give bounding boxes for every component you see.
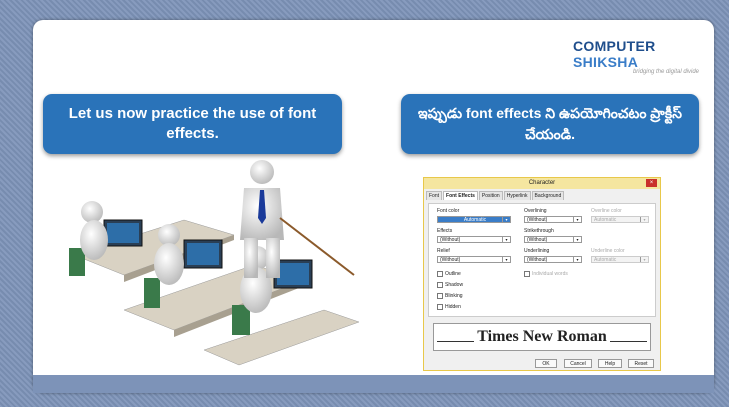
chevron-down-icon: ▾ <box>573 257 581 262</box>
underlining-select[interactable]: (Without) ▾ <box>524 256 582 263</box>
underlining-value: (Without) <box>527 257 548 263</box>
dialog-title-text: Character <box>528 180 556 186</box>
classroom-illustration <box>69 160 360 366</box>
checkbox-icon <box>524 271 530 277</box>
chevron-down-icon: ▾ <box>640 217 648 222</box>
chevron-down-icon: ▾ <box>573 237 581 242</box>
close-button[interactable]: × <box>646 179 657 187</box>
telugu-callout: ఇప్పుడు font effects ని ఉపయోగించటం ప్రాక… <box>401 94 699 154</box>
relief-value: (Without) <box>440 257 461 263</box>
underlining-label: Underlining <box>524 248 550 254</box>
help-button[interactable]: Help <box>598 359 622 368</box>
effects-value: (Without) <box>440 237 461 243</box>
font-color-label: Font color <box>437 208 460 214</box>
hidden-checkbox[interactable]: Hidden <box>437 304 461 310</box>
individual-words-label: Individual words <box>532 271 568 277</box>
tab-font-effects[interactable]: Font Effects <box>443 191 478 200</box>
underline-color-value: Automatic <box>594 257 617 263</box>
overlining-select[interactable]: (Without) ▾ <box>524 216 582 223</box>
underline-color-select[interactable]: Automatic ▾ <box>591 256 649 263</box>
effects-label: Effects <box>437 228 453 234</box>
strikethrough-value: (Without) <box>527 237 548 243</box>
outline-checkbox[interactable]: Outline <box>437 271 461 277</box>
tab-hyperlink[interactable]: Hyperlink <box>503 191 531 200</box>
computer-shiksha-logo: COMPUTER SHIKSHA bridging the digital di… <box>573 38 713 75</box>
checkbox-icon <box>437 271 443 277</box>
overline-color-value: Automatic <box>594 217 617 223</box>
dialog-title: Character × <box>424 178 660 189</box>
chevron-down-icon: ▾ <box>502 257 510 262</box>
font-effects-panel: Font color Automatic ▾ Effects (Without) ▾… <box>428 203 656 317</box>
underline-color-label: Underline color <box>591 248 625 254</box>
preview-rule-left <box>437 340 475 342</box>
monitor-icon <box>183 239 223 269</box>
chevron-down-icon: ▾ <box>640 257 648 262</box>
chevron-down-icon: ▾ <box>573 217 581 222</box>
font-color-value: Automatic <box>463 217 487 223</box>
relief-select[interactable]: (Without) ▾ <box>437 256 511 263</box>
outline-label: Outline <box>445 271 461 277</box>
overlining-value: (Without) <box>527 217 548 223</box>
shadow-label: Shadow <box>445 282 464 288</box>
logo-part1: COMPUTER <box>573 38 656 54</box>
checkbox-icon <box>437 293 443 299</box>
tab-position[interactable]: Position <box>478 191 503 200</box>
hidden-label: Hidden <box>445 304 461 310</box>
overline-color-label: Overline color <box>591 208 622 214</box>
character-dialog: Character × Font Font Effects Position H… <box>423 177 661 371</box>
preview-rule-right <box>609 340 648 342</box>
font-preview: Times New Roman <box>433 323 651 351</box>
preview-text: Times New Roman <box>477 328 607 345</box>
tab-font[interactable]: Font <box>426 191 443 200</box>
checkbox-icon <box>437 304 443 310</box>
strikethrough-select[interactable]: (Without) ▾ <box>524 236 582 243</box>
blinking-checkbox[interactable]: Blinking <box>437 293 463 299</box>
reset-button[interactable]: Reset <box>628 359 654 368</box>
checkbox-icon <box>437 282 443 288</box>
shadow-checkbox[interactable]: Shadow <box>437 282 463 288</box>
individual-words-checkbox[interactable]: Individual words <box>524 271 568 277</box>
ok-button[interactable]: OK <box>535 359 557 368</box>
effects-select[interactable]: (Without) ▾ <box>437 236 511 243</box>
chevron-down-icon: ▾ <box>502 237 510 242</box>
relief-label: Relief <box>437 248 450 254</box>
monitor-icon <box>103 219 143 247</box>
cancel-button[interactable]: Cancel <box>564 359 592 368</box>
english-callout: Let us now practice the use of font effe… <box>43 94 342 154</box>
chevron-down-icon: ▾ <box>502 217 510 222</box>
dialog-tabs: Font Font Effects Position Hyperlink Bac… <box>424 189 660 200</box>
logo-part2: SHIKSHA <box>573 54 639 70</box>
tab-background[interactable]: Background <box>531 191 565 200</box>
overlining-label: Overlining <box>524 208 547 214</box>
overline-color-select[interactable]: Automatic ▾ <box>591 216 649 223</box>
strikethrough-label: Strikethrough <box>524 228 554 234</box>
blinking-label: Blinking <box>445 293 463 299</box>
font-color-select[interactable]: Automatic ▾ <box>437 216 511 223</box>
